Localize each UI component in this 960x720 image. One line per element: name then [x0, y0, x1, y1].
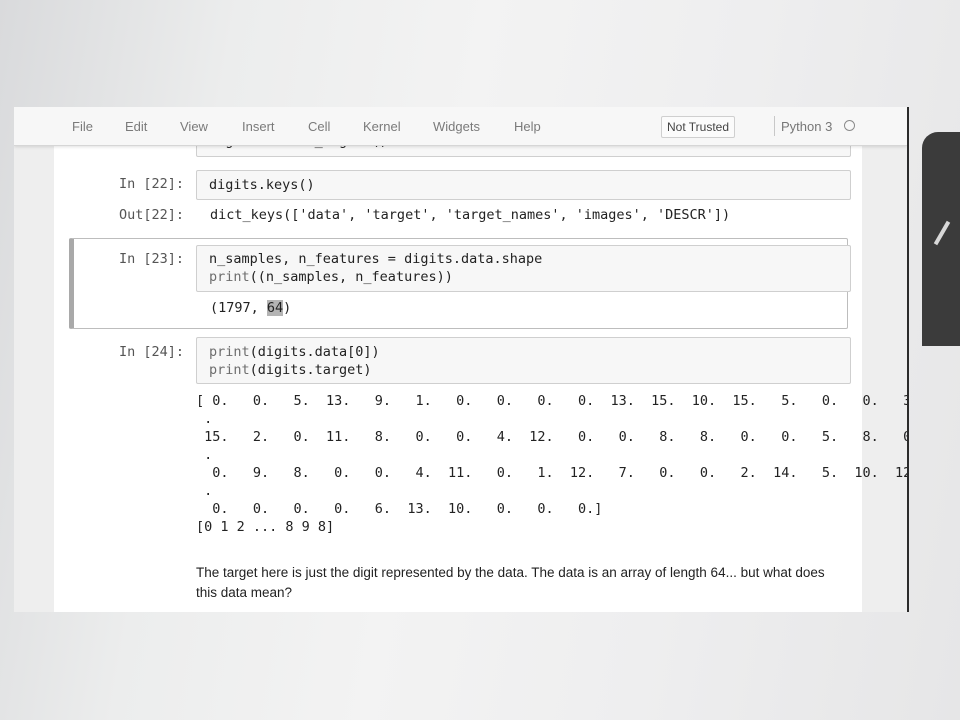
print-keyword: print: [209, 344, 250, 360]
not-trusted-button[interactable]: Not Trusted: [661, 116, 736, 138]
menu-edit[interactable]: Edit: [125, 119, 147, 134]
cell-23-line-2-args: ((n_samples, n_features)): [249, 269, 453, 285]
kernel-name: Python 3: [781, 119, 833, 134]
background-window: [922, 132, 960, 346]
in-prompt-23: In [23]:: [118, 251, 184, 267]
cell-24-line-2-args: (digits.target): [249, 362, 372, 378]
kernel-divider: [774, 116, 775, 136]
menu-kernel[interactable]: Kernel: [363, 119, 401, 134]
menu-view[interactable]: View: [180, 119, 208, 134]
cell-22-code: digits.keys(): [209, 177, 315, 193]
in-prompt-22: In [22]:: [118, 176, 184, 192]
menu-file[interactable]: File: [72, 119, 93, 134]
cell-23-line-2: print((n_samples, n_features)): [209, 268, 453, 286]
notebook-window: digits = load_digits() In [22]: digits.k…: [14, 107, 907, 612]
cell-24-line-2: print(digits.target): [209, 361, 372, 379]
cell-24-input[interactable]: print(digits.data[0]) print(digits.targe…: [196, 337, 851, 384]
menubar: File Edit View Insert Cell Kernel Widget…: [14, 107, 907, 146]
cell-23-input[interactable]: n_samples, n_features = digits.data.shap…: [196, 245, 851, 292]
cell-23-output: (1797, 64): [210, 299, 291, 317]
output-prefix: (1797,: [210, 300, 267, 316]
cell-22-input[interactable]: digits.keys(): [196, 170, 851, 200]
menu-widgets[interactable]: Widgets: [433, 119, 480, 134]
menu-cell[interactable]: Cell: [308, 119, 330, 134]
out-prompt-22: Out[22]:: [118, 207, 184, 223]
markdown-cell-text: The target here is just the digit repres…: [196, 565, 825, 600]
cell-23-line-1: n_samples, n_features = digits.data.shap…: [209, 251, 543, 267]
print-keyword: print: [209, 269, 250, 285]
kernel-idle-indicator-icon: [844, 120, 855, 131]
cell-24-line-1: print(digits.data[0]): [209, 343, 380, 361]
cell-24-line-1-args: (digits.data[0]): [249, 344, 380, 360]
window-right-border: [907, 107, 909, 612]
in-prompt-24: In [24]:: [118, 344, 184, 360]
menu-help[interactable]: Help: [514, 119, 541, 134]
cell-24-output: [ 0. 0. 5. 13. 9. 1. 0. 0. 0. 0. 13. 15.…: [196, 393, 907, 535]
background-window-mark: [933, 220, 951, 246]
menu-insert[interactable]: Insert: [242, 119, 275, 134]
output-suffix: ): [283, 300, 292, 316]
selected-text-highlight: 64: [266, 300, 284, 316]
print-keyword: print: [209, 362, 250, 378]
cell-22-output: dict_keys(['data', 'target', 'target_nam…: [210, 207, 731, 223]
notebook-page: digits = load_digits() In [22]: digits.k…: [54, 107, 907, 612]
